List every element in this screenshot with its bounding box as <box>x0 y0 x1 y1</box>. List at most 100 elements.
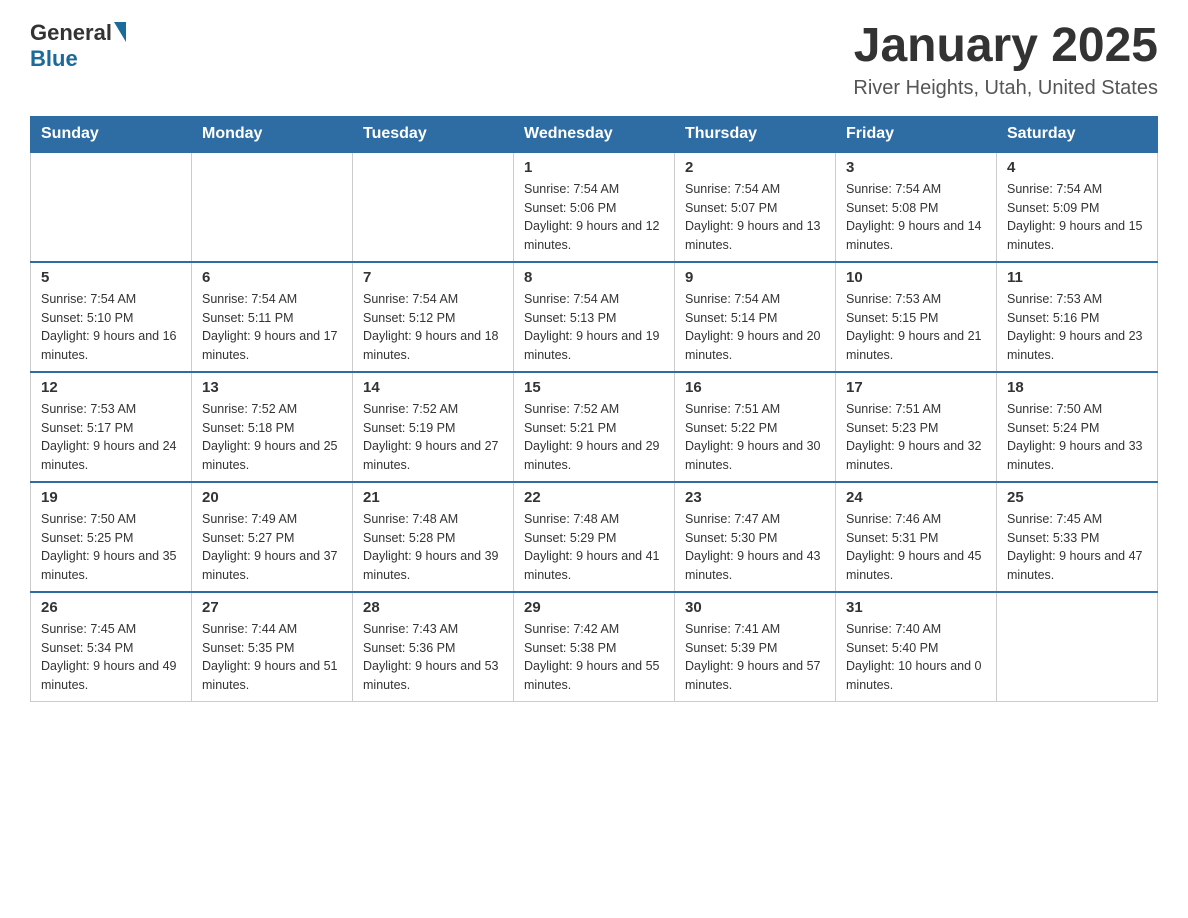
logo-general-text: General <box>30 20 112 46</box>
day-info: Sunrise: 7:53 AM Sunset: 5:15 PM Dayligh… <box>846 290 986 365</box>
week-row-3: 12 Sunrise: 7:53 AM Sunset: 5:17 PM Dayli… <box>31 372 1158 482</box>
day-number: 26 <box>41 599 181 616</box>
day-cell: 25Sunrise: 7:45 AM Sunset: 5:33 PM Dayli… <box>997 482 1158 592</box>
day-cell: 19 Sunrise: 7:50 AM Sunset: 5:25 PM Dayli… <box>31 482 192 592</box>
day-info: Sunrise: 7:42 AM Sunset: 5:38 PM Dayligh… <box>524 620 664 695</box>
day-info: Sunrise: 7:54 AM Sunset: 5:08 PM Dayligh… <box>846 180 986 255</box>
day-number: 11 <box>1007 269 1147 286</box>
day-number: 3 <box>846 159 986 176</box>
day-number: 20 <box>202 489 342 506</box>
day-cell: 11 Sunrise: 7:53 AM Sunset: 5:16 PM Dayli… <box>997 262 1158 372</box>
day-info: Sunrise: 7:54 AM Sunset: 5:09 PM Dayligh… <box>1007 180 1147 255</box>
day-cell: 26 Sunrise: 7:45 AM Sunset: 5:34 PM Dayli… <box>31 592 192 702</box>
day-number: 12 <box>41 379 181 396</box>
day-info: Sunrise: 7:54 AM Sunset: 5:11 PM Dayligh… <box>202 290 342 365</box>
header-day-monday: Monday <box>192 116 353 152</box>
day-number: 19 <box>41 489 181 506</box>
day-cell: 3 Sunrise: 7:54 AM Sunset: 5:08 PM Daylig… <box>836 152 997 262</box>
day-info: Sunrise: 7:47 AM Sunset: 5:30 PM Dayligh… <box>685 510 825 585</box>
day-info: Sunrise: 7:54 AM Sunset: 5:12 PM Dayligh… <box>363 290 503 365</box>
day-cell <box>997 592 1158 702</box>
day-number: 7 <box>363 269 503 286</box>
day-info: Sunrise: 7:48 AM Sunset: 5:29 PM Dayligh… <box>524 510 664 585</box>
day-cell: 14 Sunrise: 7:52 AM Sunset: 5:19 PM Dayli… <box>353 372 514 482</box>
day-info: Sunrise: 7:54 AM Sunset: 5:14 PM Dayligh… <box>685 290 825 365</box>
day-number: 4 <box>1007 159 1147 176</box>
day-info: Sunrise: 7:53 AM Sunset: 5:16 PM Dayligh… <box>1007 290 1147 365</box>
day-info: Sunrise: 7:54 AM Sunset: 5:10 PM Dayligh… <box>41 290 181 365</box>
day-cell: 18Sunrise: 7:50 AM Sunset: 5:24 PM Dayli… <box>997 372 1158 482</box>
week-row-2: 5 Sunrise: 7:54 AM Sunset: 5:10 PM Daylig… <box>31 262 1158 372</box>
day-number: 6 <box>202 269 342 286</box>
day-number: 10 <box>846 269 986 286</box>
logo: General Blue <box>30 20 126 72</box>
header-day-saturday: Saturday <box>997 116 1158 152</box>
day-cell: 27 Sunrise: 7:44 AM Sunset: 5:35 PM Dayli… <box>192 592 353 702</box>
header-day-tuesday: Tuesday <box>353 116 514 152</box>
day-info: Sunrise: 7:53 AM Sunset: 5:17 PM Dayligh… <box>41 400 181 475</box>
day-cell: 28Sunrise: 7:43 AM Sunset: 5:36 PM Dayli… <box>353 592 514 702</box>
day-number: 23 <box>685 489 825 506</box>
day-cell: 30 Sunrise: 7:41 AM Sunset: 5:39 PM Dayli… <box>675 592 836 702</box>
header-row: SundayMondayTuesdayWednesdayThursdayFrid… <box>31 116 1158 152</box>
day-number: 22 <box>524 489 664 506</box>
day-cell: 23 Sunrise: 7:47 AM Sunset: 5:30 PM Dayli… <box>675 482 836 592</box>
day-cell: 4 Sunrise: 7:54 AM Sunset: 5:09 PM Daylig… <box>997 152 1158 262</box>
day-info: Sunrise: 7:54 AM Sunset: 5:13 PM Dayligh… <box>524 290 664 365</box>
day-number: 24 <box>846 489 986 506</box>
day-number: 29 <box>524 599 664 616</box>
day-cell: 2 Sunrise: 7:54 AM Sunset: 5:07 PM Daylig… <box>675 152 836 262</box>
header-day-friday: Friday <box>836 116 997 152</box>
day-info: Sunrise: 7:40 AM Sunset: 5:40 PM Dayligh… <box>846 620 986 695</box>
header-day-sunday: Sunday <box>31 116 192 152</box>
day-info: Sunrise: 7:54 AM Sunset: 5:06 PM Dayligh… <box>524 180 664 255</box>
week-row-4: 19 Sunrise: 7:50 AM Sunset: 5:25 PM Dayli… <box>31 482 1158 592</box>
header-day-wednesday: Wednesday <box>514 116 675 152</box>
day-cell: 21Sunrise: 7:48 AM Sunset: 5:28 PM Dayli… <box>353 482 514 592</box>
day-info: Sunrise: 7:41 AM Sunset: 5:39 PM Dayligh… <box>685 620 825 695</box>
day-info: Sunrise: 7:51 AM Sunset: 5:22 PM Dayligh… <box>685 400 825 475</box>
day-number: 16 <box>685 379 825 396</box>
day-info: Sunrise: 7:54 AM Sunset: 5:07 PM Dayligh… <box>685 180 825 255</box>
day-info: Sunrise: 7:52 AM Sunset: 5:19 PM Dayligh… <box>363 400 503 475</box>
week-row-5: 26 Sunrise: 7:45 AM Sunset: 5:34 PM Dayli… <box>31 592 1158 702</box>
day-cell: 7 Sunrise: 7:54 AM Sunset: 5:12 PM Daylig… <box>353 262 514 372</box>
title-area: January 2025 River Heights, Utah, United… <box>853 20 1158 100</box>
day-info: Sunrise: 7:45 AM Sunset: 5:33 PM Dayligh… <box>1007 510 1147 585</box>
day-info: Sunrise: 7:45 AM Sunset: 5:34 PM Dayligh… <box>41 620 181 695</box>
page-header: General Blue January 2025 River Heights,… <box>30 20 1158 100</box>
day-cell: 22 Sunrise: 7:48 AM Sunset: 5:29 PM Dayli… <box>514 482 675 592</box>
day-cell: 12 Sunrise: 7:53 AM Sunset: 5:17 PM Dayli… <box>31 372 192 482</box>
calendar-header: SundayMondayTuesdayWednesdayThursdayFrid… <box>31 116 1158 152</box>
day-cell: 10 Sunrise: 7:53 AM Sunset: 5:15 PM Dayli… <box>836 262 997 372</box>
logo-blue-text: Blue <box>30 46 78 72</box>
day-number: 21 <box>363 489 503 506</box>
day-cell: 5 Sunrise: 7:54 AM Sunset: 5:10 PM Daylig… <box>31 262 192 372</box>
day-number: 1 <box>524 159 664 176</box>
calendar-body: 1 Sunrise: 7:54 AM Sunset: 5:06 PM Daylig… <box>31 152 1158 702</box>
day-cell: 29 Sunrise: 7:42 AM Sunset: 5:38 PM Dayli… <box>514 592 675 702</box>
day-number: 18 <box>1007 379 1147 396</box>
day-cell: 6 Sunrise: 7:54 AM Sunset: 5:11 PM Daylig… <box>192 262 353 372</box>
day-cell: 13Sunrise: 7:52 AM Sunset: 5:18 PM Dayli… <box>192 372 353 482</box>
day-number: 30 <box>685 599 825 616</box>
calendar-title: January 2025 <box>853 20 1158 73</box>
location-subtitle: River Heights, Utah, United States <box>853 77 1158 100</box>
day-number: 8 <box>524 269 664 286</box>
day-number: 27 <box>202 599 342 616</box>
day-cell: 15Sunrise: 7:52 AM Sunset: 5:21 PM Dayli… <box>514 372 675 482</box>
day-info: Sunrise: 7:46 AM Sunset: 5:31 PM Dayligh… <box>846 510 986 585</box>
day-number: 5 <box>41 269 181 286</box>
day-number: 17 <box>846 379 986 396</box>
day-info: Sunrise: 7:44 AM Sunset: 5:35 PM Dayligh… <box>202 620 342 695</box>
day-cell <box>353 152 514 262</box>
day-number: 2 <box>685 159 825 176</box>
day-number: 9 <box>685 269 825 286</box>
day-cell: 16 Sunrise: 7:51 AM Sunset: 5:22 PM Dayli… <box>675 372 836 482</box>
day-cell <box>31 152 192 262</box>
day-info: Sunrise: 7:50 AM Sunset: 5:25 PM Dayligh… <box>41 510 181 585</box>
day-number: 14 <box>363 379 503 396</box>
logo-triangle-icon <box>114 22 126 42</box>
day-cell: 1 Sunrise: 7:54 AM Sunset: 5:06 PM Daylig… <box>514 152 675 262</box>
day-number: 28 <box>363 599 503 616</box>
